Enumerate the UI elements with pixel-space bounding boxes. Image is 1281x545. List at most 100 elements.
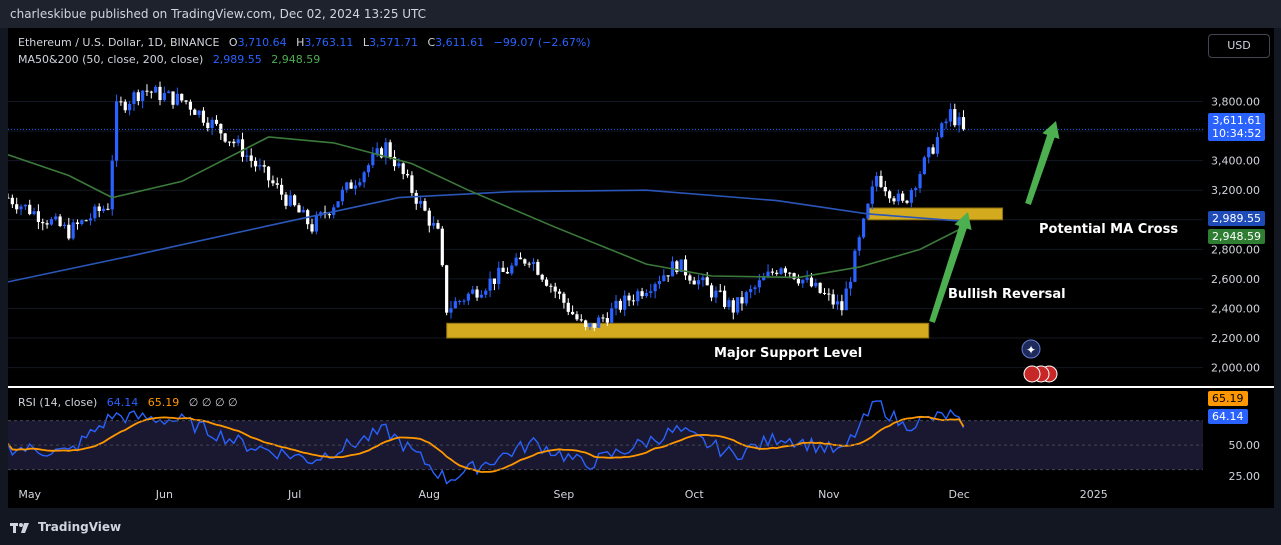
candle-body	[957, 117, 961, 126]
candle-body	[358, 182, 362, 186]
rsi-legend-val2: 65.19	[148, 396, 180, 409]
candle-body	[805, 277, 809, 280]
candle-body	[788, 272, 792, 274]
x-tick-label: Jul	[287, 488, 301, 501]
candle-body	[93, 206, 97, 219]
candle-body	[688, 275, 692, 281]
candle-body	[540, 274, 544, 280]
x-tick-label: Jun	[155, 488, 173, 501]
candle-body	[770, 271, 774, 273]
candle-body	[562, 293, 566, 303]
candle-body	[614, 300, 618, 309]
candle-body	[610, 308, 614, 323]
candle-body	[97, 206, 101, 212]
last-price-tag: 3,611.61 10:34:52	[1208, 113, 1266, 141]
candle-body	[822, 292, 827, 294]
candle-body	[484, 290, 488, 295]
bullish-arrow-icon	[929, 212, 972, 323]
candle-body	[775, 272, 779, 274]
candle-body	[249, 155, 253, 161]
candle-body	[366, 165, 371, 173]
candle-body	[327, 214, 331, 216]
candle-body	[253, 160, 258, 167]
candle-body	[58, 216, 62, 227]
candle-body	[488, 278, 492, 291]
x-tick-label: Nov	[818, 488, 840, 501]
candle-body	[649, 291, 653, 293]
candle-body	[388, 142, 392, 157]
candle-body	[796, 278, 801, 284]
rsi-tick-label: 25.00	[1229, 470, 1261, 483]
candle-body	[106, 208, 110, 210]
candle-body	[727, 300, 731, 307]
candle-body	[10, 197, 14, 205]
candle-body	[914, 188, 918, 191]
candle-body	[948, 109, 953, 122]
candle-body	[162, 93, 166, 101]
target-arrow-icon	[1025, 121, 1060, 205]
candle-body	[458, 300, 462, 302]
legend-o-label: O	[229, 36, 238, 49]
candle-body	[940, 123, 944, 138]
x-tick-label: Sep	[554, 488, 575, 501]
candle-body	[418, 201, 423, 204]
x-tick-label: Oct	[685, 488, 705, 501]
chart-svg[interactable]: 2,000.00 2,200.00 2,400.00 2,600.00 2,800.00…	[6, 28, 1274, 508]
candle-body	[888, 191, 892, 199]
candle-body	[15, 204, 19, 210]
candle-body	[557, 291, 562, 294]
candle-body	[588, 323, 592, 327]
candle-body	[340, 189, 345, 202]
candle-body	[75, 222, 80, 225]
candle-body	[167, 91, 171, 94]
ma-slow-tag: 2,948.59	[1208, 229, 1265, 244]
candle-body	[922, 157, 926, 175]
candle-body	[28, 204, 32, 215]
candle-body	[631, 300, 636, 302]
candle-body	[901, 193, 905, 201]
candle-body	[101, 208, 106, 212]
candle-body	[918, 174, 922, 189]
candle-body	[783, 268, 788, 273]
candle-body	[262, 165, 266, 167]
candle-body	[844, 288, 848, 311]
candle-body	[405, 174, 410, 176]
candle-body	[128, 103, 132, 111]
rsi-tick-label: 50.00	[1229, 439, 1261, 452]
x-tick-label: May	[18, 488, 41, 501]
candle-body	[310, 224, 314, 232]
candle-body	[640, 291, 644, 297]
candle-body	[931, 147, 935, 154]
x-tick-label: Dec	[948, 488, 969, 501]
candle-body	[592, 323, 596, 328]
legend-c-value: 3,611.61	[435, 36, 484, 49]
candle-body	[527, 263, 531, 265]
candle-body	[666, 275, 670, 277]
star-glyph-icon: ✦	[1026, 343, 1036, 357]
candle-body	[210, 119, 214, 129]
candle-body	[692, 280, 696, 285]
legend-l-value: 3,571.71	[369, 36, 418, 49]
currency-button[interactable]: USD	[1208, 34, 1270, 58]
legend-o-value: 3,710.64	[238, 36, 287, 49]
candle-body	[653, 284, 657, 292]
candle-body	[80, 220, 84, 225]
pane-divider[interactable]	[8, 386, 1274, 388]
chart-panel[interactable]: 2,000.00 2,200.00 2,400.00 2,600.00 2,800.00…	[6, 28, 1274, 508]
candle-body	[149, 91, 153, 93]
reversal-label: Bullish Reversal	[948, 287, 1066, 302]
candle-body	[45, 223, 49, 225]
candle-body	[336, 201, 340, 208]
candle-body	[410, 175, 414, 193]
candle-body	[718, 290, 722, 292]
cross-label: Potential MA Cross	[1039, 222, 1178, 237]
candle-body	[736, 297, 740, 313]
event-flag-icon-1[interactable]	[1023, 365, 1041, 383]
candle-body	[831, 294, 835, 305]
candle-body	[349, 182, 353, 189]
tradingview-logo-icon	[10, 523, 29, 533]
candle-body	[297, 205, 301, 213]
candle-body	[866, 203, 870, 219]
ma-legend-val1: 2,989.55	[213, 53, 262, 66]
candle-body	[714, 290, 718, 298]
